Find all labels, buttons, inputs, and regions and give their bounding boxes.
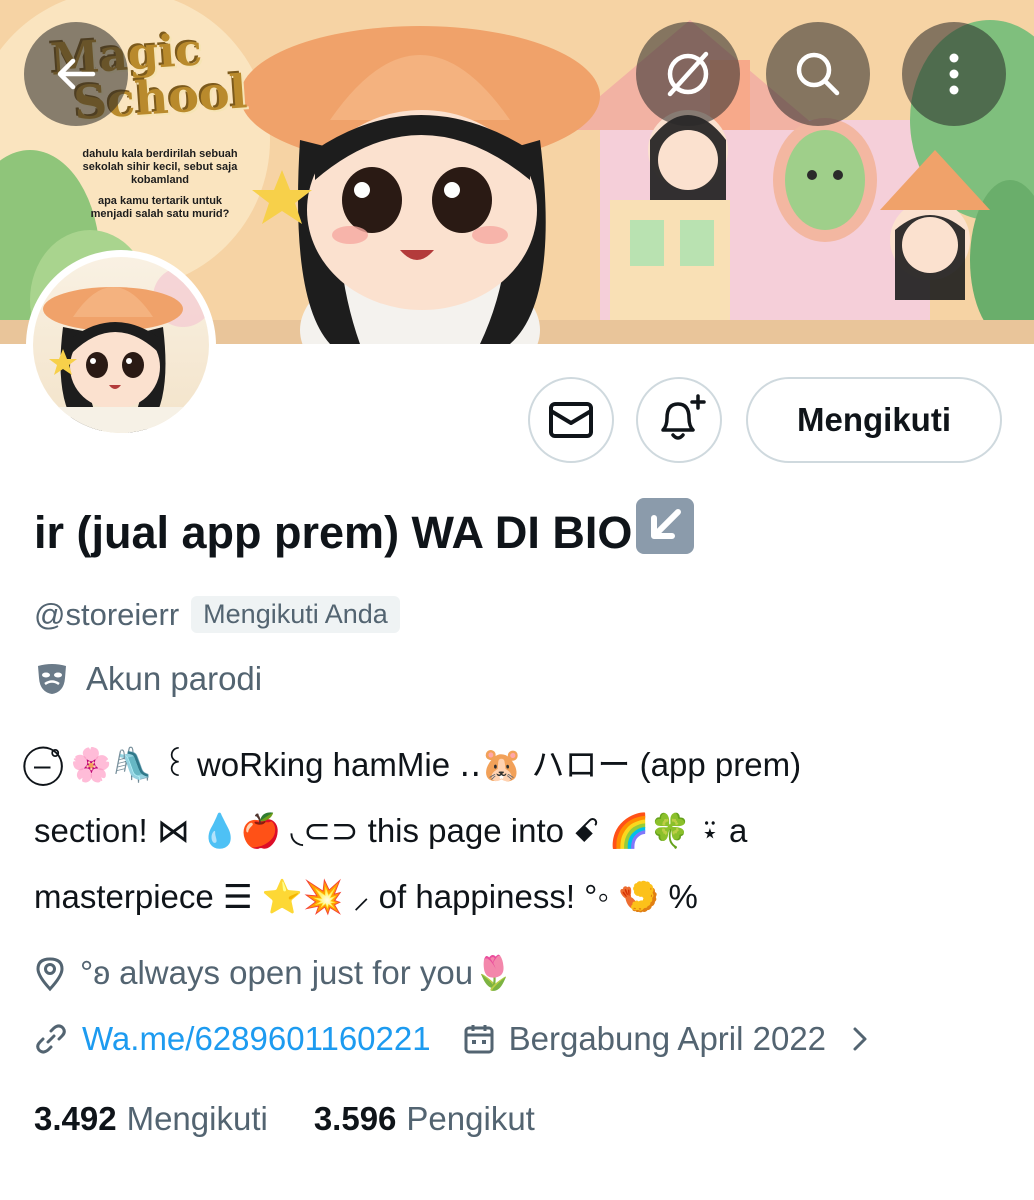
link-icon	[36, 1024, 66, 1054]
location-pin-icon	[36, 956, 64, 991]
display-name-text: ir (jual app prem) WA DI BIO	[34, 507, 633, 558]
banner-caption-1: dahulu kala berdirilah sebuah sekolah si…	[82, 148, 238, 186]
following-button[interactable]: Mengikuti	[746, 377, 1002, 463]
handle: @storeierr	[34, 596, 180, 632]
parody-label-row[interactable]: Akun parodi	[34, 660, 262, 698]
bio-line-3: masterpiece ☰ ⭐💥 ⸝ of happiness! °◦ 🍤 %	[34, 878, 698, 915]
arrow-left-icon	[57, 58, 96, 90]
bio-line-2: section! ⋈ 💧🍎 ◟⊂⊃ this page into ꗃ 🌈🍀 ⍣ …	[34, 812, 748, 849]
followers-count: 3.596	[313, 1100, 397, 1137]
bio: ⎯⃝˚ 🌸🛝 ꒰ woRking hamMie ‥🐹 ハロー (app prem…	[34, 732, 984, 930]
theater-mask-icon	[38, 664, 66, 694]
search-button[interactable]	[766, 22, 870, 126]
following-stat[interactable]: 3.492 Mengikuti	[34, 1100, 268, 1138]
more-vertical-icon	[949, 53, 959, 95]
message-button[interactable]	[528, 377, 614, 463]
follows-you-badge: Mengikuti Anda	[191, 596, 400, 633]
location-row: °ʚ always open just for you🌷	[34, 954, 514, 993]
grok-button[interactable]	[636, 22, 740, 126]
joined-date: Bergabung April 2022	[508, 1020, 827, 1057]
notifications-button[interactable]	[636, 377, 722, 463]
avatar-image	[33, 257, 209, 433]
search-icon	[796, 52, 840, 96]
banner-caption: dahulu kala berdirilah sebuah sekolah si…	[80, 148, 240, 229]
more-button[interactable]	[902, 22, 1006, 126]
follow-stats: 3.492 Mengikuti 3.596 Pengikut	[34, 1100, 535, 1138]
followers-stat[interactable]: 3.596 Pengikut	[314, 1100, 535, 1138]
avatar[interactable]	[26, 250, 216, 440]
chevron-right-icon[interactable]	[848, 1022, 872, 1056]
followers-label: Pengikut	[406, 1100, 535, 1137]
avatar-illustration	[33, 267, 209, 433]
website-link[interactable]: Wa.me/6289601160221	[82, 1020, 431, 1058]
bio-line-1: ⎯⃝˚ 🌸🛝 ꒰ woRking hamMie ‥🐹 ハロー (app prem…	[34, 746, 802, 783]
following-count: 3.492	[34, 1100, 117, 1137]
down-left-arrow-emoji-icon	[636, 498, 695, 554]
location-text: °ʚ always open just for you🌷	[80, 954, 515, 991]
display-name: ir (jual app prem) WA DI BIO	[34, 498, 695, 559]
calendar-icon	[464, 1025, 494, 1054]
envelope-icon	[549, 402, 593, 438]
slash-circle-icon	[667, 51, 709, 97]
following-label: Mengikuti	[126, 1100, 268, 1137]
banner-caption-2: apa kamu tertarik untuk menjadi salah sa…	[90, 195, 230, 220]
parody-label: Akun parodi	[86, 660, 263, 697]
link-joined-row: Wa.me/6289601160221 Bergabung April 2022	[34, 1020, 872, 1058]
bell-plus-icon	[661, 394, 706, 440]
back-button[interactable]	[24, 22, 128, 126]
handle-row: @storeierr Mengikuti Anda	[34, 596, 400, 633]
